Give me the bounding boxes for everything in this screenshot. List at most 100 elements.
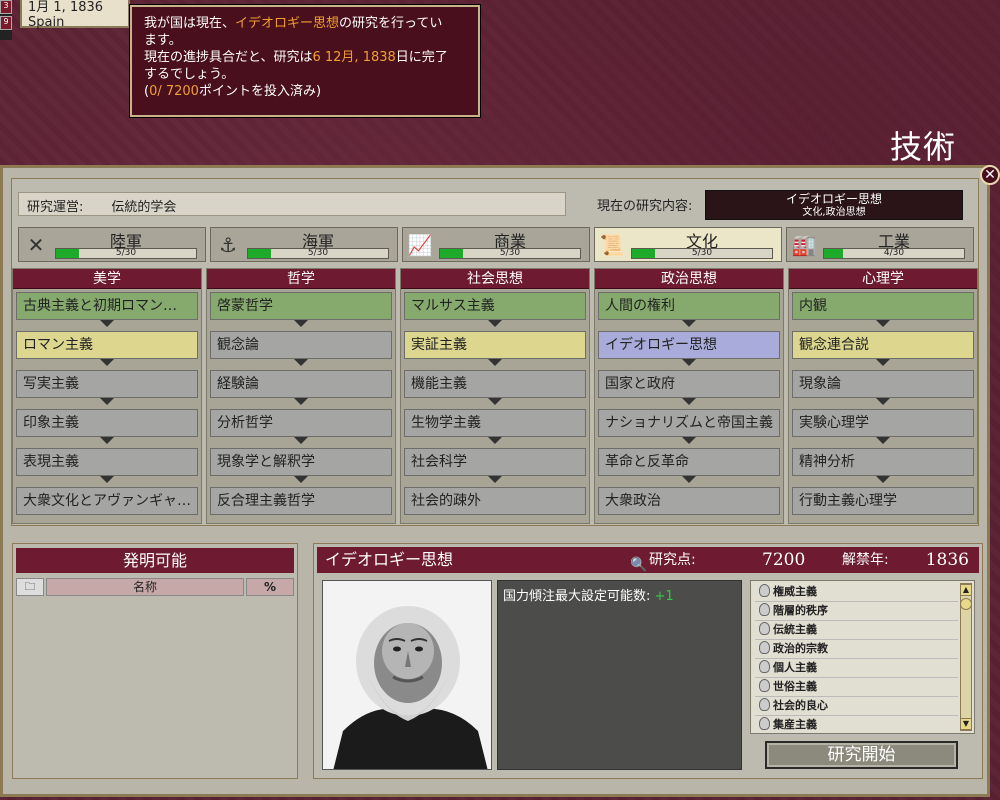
tech-item[interactable]: 分析哲学 — [210, 409, 392, 437]
tech-item[interactable]: 精神分析 — [792, 448, 974, 476]
arrow-down-icon — [100, 359, 114, 366]
unlock-year-value: 1836 — [925, 550, 969, 570]
tech-item[interactable]: イデオロギー思想 — [598, 331, 780, 359]
tech-column-4: 心理学 内観 観念連合説 現象論 実験心理学 精神分析 行動主義心理学 — [788, 268, 978, 524]
arrow-down-icon — [100, 398, 114, 405]
tech-effects: 国力傾注最大設定可能数: +1 — [497, 580, 742, 770]
tech-item[interactable]: 大衆政治 — [598, 487, 780, 515]
tech-item[interactable]: 古典主義と初期ロマン… — [16, 292, 198, 320]
tech-item[interactable]: 反合理主義哲学 — [210, 487, 392, 515]
current-research-category: 文化,政治思想 — [802, 207, 866, 218]
tech-item[interactable]: 現象論 — [792, 370, 974, 398]
category-progress-bar: 5/30 — [55, 248, 197, 259]
tech-item[interactable]: ロマン主義 — [16, 331, 198, 359]
arrow-down-icon — [488, 359, 502, 366]
arrow-down-icon — [876, 398, 890, 405]
ideology-item: 世俗主義 — [759, 678, 817, 696]
tech-item[interactable]: 経験論 — [210, 370, 392, 398]
tech-item[interactable]: 機能主義 — [404, 370, 586, 398]
arrow-down-icon — [294, 359, 308, 366]
detail-header: イデオロギー思想 🔍 研究点: 7200 解禁年: 1836 — [317, 547, 979, 573]
category-progress-bar: 5/30 — [631, 248, 773, 259]
lightbulb-icon — [759, 622, 770, 635]
arrow-down-icon — [876, 476, 890, 483]
ideology-item: 集産主義 — [759, 716, 817, 734]
date-panel: 1月 1, 1836 Spain — [20, 0, 130, 30]
factory-icon: 🏭 — [791, 233, 817, 257]
category-tab-4[interactable]: 🏭 工業 4/30 — [786, 227, 974, 262]
close-button[interactable]: ✕ — [980, 165, 1000, 185]
management-label: 研究運営: — [27, 200, 84, 215]
research-tooltip: 我が国は現在、イデオロギー思想の研究を行ってい ます。 現在の進捗具合だと、研究… — [129, 4, 481, 118]
research-points-label: 研究点: — [649, 552, 696, 568]
arrow-down-icon — [100, 437, 114, 444]
side-indicators: 3 9 — [0, 0, 12, 40]
tech-item[interactable]: 実験心理学 — [792, 409, 974, 437]
tech-item[interactable]: 印象主義 — [16, 409, 198, 437]
scroll-down-icon[interactable]: ▼ — [960, 718, 972, 730]
research-management: 研究運営: 伝統的学会 — [18, 192, 566, 216]
tech-item[interactable]: マルサス主義 — [404, 292, 586, 320]
tech-item[interactable]: 啓蒙哲学 — [210, 292, 392, 320]
portrait-svg — [323, 581, 491, 769]
effect-text: 国力傾注最大設定可能数: — [503, 589, 651, 604]
folder-icon[interactable]: 🗀 — [16, 578, 44, 596]
category-tab-0[interactable]: ✕ 陸軍 5/30 — [18, 227, 206, 262]
current-date: 1月 1, 1836 — [28, 0, 104, 15]
tech-item[interactable]: 国家と政府 — [598, 370, 780, 398]
tech-item[interactable]: 観念論 — [210, 331, 392, 359]
ideology-scrollbar[interactable]: ▲ ▼ — [960, 583, 972, 731]
tech-item[interactable]: 社会科学 — [404, 448, 586, 476]
tech-item[interactable]: 人間の権利 — [598, 292, 780, 320]
ideology-name: 政治的宗教 — [773, 642, 828, 655]
scroll-up-icon[interactable]: ▲ — [960, 584, 972, 596]
ideology-item: 社会的良心 — [759, 697, 828, 715]
tech-item[interactable]: 現象学と解釈学 — [210, 448, 392, 476]
tooltip-tech-name: イデオロギー思想 — [235, 16, 340, 31]
tech-item[interactable]: 表現主義 — [16, 448, 198, 476]
tech-item[interactable]: 観念連合説 — [792, 331, 974, 359]
unlock-year-label: 解禁年: — [842, 552, 889, 568]
tech-item[interactable]: ナショナリズムと帝国主義 — [598, 409, 780, 437]
percent-column-header[interactable]: % — [246, 578, 294, 596]
page-title: 技術 — [889, 128, 956, 166]
scroll-thumb[interactable] — [960, 598, 972, 610]
tech-item[interactable]: 行動主義心理学 — [792, 487, 974, 515]
tech-item[interactable]: 実証主義 — [404, 331, 586, 359]
crossed-swords-icon: ✕ — [27, 233, 45, 257]
ideology-name: 世俗主義 — [773, 680, 817, 693]
ideology-item: 伝統主義 — [759, 621, 817, 639]
lightbulb-icon — [759, 584, 770, 597]
arrow-down-icon — [488, 398, 502, 405]
category-count: 5/30 — [307, 248, 329, 258]
tech-item[interactable]: 大衆文化とアヴァンギャ… — [16, 487, 198, 515]
tooltip-line-4: するでしょう。 — [144, 67, 235, 82]
name-column-header[interactable]: 名称 — [46, 578, 244, 596]
lightbulb-icon — [759, 679, 770, 692]
category-progress-bar: 4/30 — [823, 248, 965, 259]
effect-value: +1 — [654, 589, 674, 604]
tech-item[interactable]: 内観 — [792, 292, 974, 320]
tooltip-text: 我が国は現在、 — [144, 16, 236, 31]
tech-item[interactable]: 生物学主義 — [404, 409, 586, 437]
category-progress-bar: 5/30 — [439, 248, 581, 259]
detail-title: イデオロギー思想 — [325, 550, 454, 569]
start-research-button[interactable]: 研究開始 — [765, 741, 958, 769]
inventions-panel: 発明可能 🗀 名称 % — [12, 543, 298, 779]
category-tab-1[interactable]: ⚓ 海軍 5/30 — [210, 227, 398, 262]
column-title: 社会思想 — [401, 269, 589, 289]
tech-column-2: 社会思想マルサス主義 実証主義機能主義生物学主義社会科学社会的疎外 — [400, 268, 590, 524]
tech-column-0: 美学 古典主義と初期ロマン… ロマン主義 写実主義 印象主義 表現主義 大衆文化とアヴァンギ… — [12, 268, 202, 524]
current-research-box[interactable]: イデオロギー思想 文化,政治思想 — [705, 190, 963, 220]
tooltip-line-2: ます。 — [144, 33, 182, 48]
category-tab-3[interactable]: 📜 文化 5/30 — [594, 227, 782, 262]
category-tab-2[interactable]: 📈 商業 5/30 — [402, 227, 590, 262]
tech-item[interactable]: 革命と反革命 — [598, 448, 780, 476]
tooltip-text: の研究を行ってい — [339, 16, 443, 31]
lightbulb-icon — [759, 603, 770, 616]
arrow-down-icon — [876, 320, 890, 327]
tech-item[interactable]: 社会的疎外 — [404, 487, 586, 515]
category-count: 4/30 — [883, 248, 905, 258]
lightbulb-icon — [759, 660, 770, 673]
tech-item[interactable]: 写実主義 — [16, 370, 198, 398]
